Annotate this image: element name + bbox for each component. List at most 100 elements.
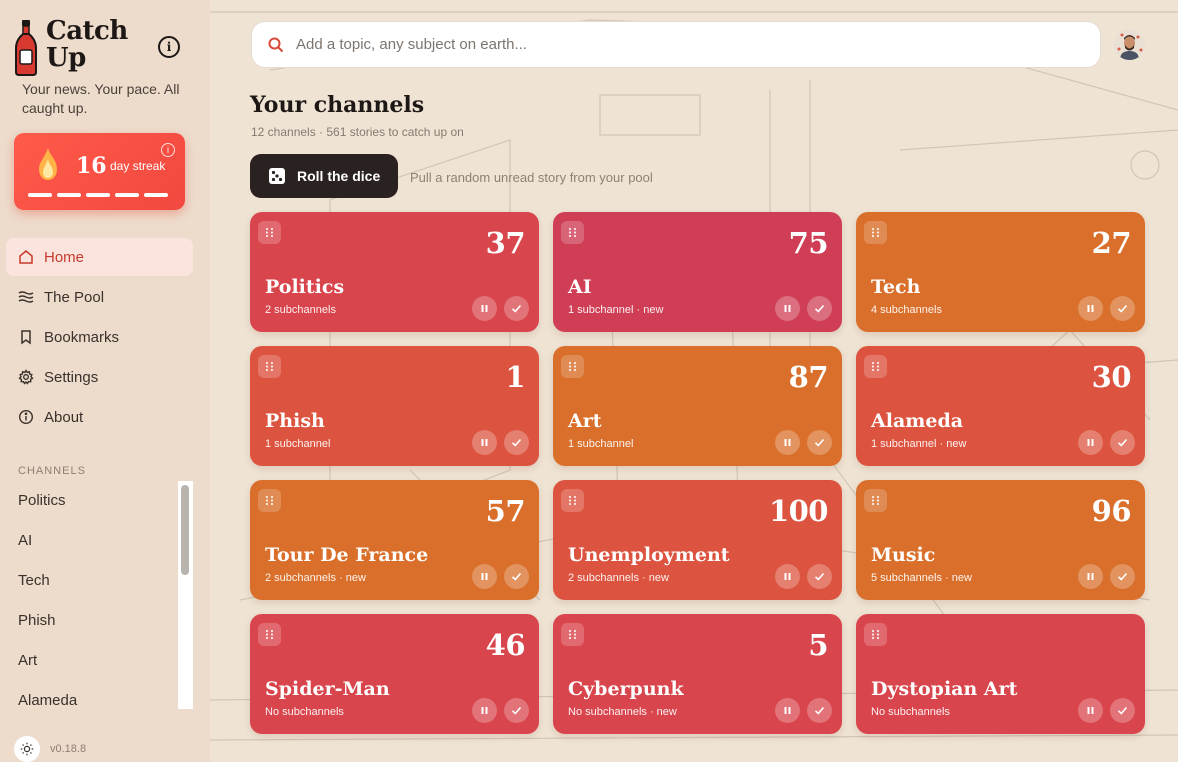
nav-home[interactable]: Home	[6, 238, 193, 276]
mark-read-button[interactable]	[1110, 698, 1135, 723]
unread-count: 100	[768, 494, 829, 528]
pause-button[interactable]	[775, 296, 800, 321]
search-input[interactable]	[296, 36, 1056, 53]
scrollbar-thumb[interactable]	[181, 485, 189, 575]
pause-button[interactable]	[1078, 564, 1103, 589]
pause-button[interactable]	[1078, 430, 1103, 455]
drag-handle-icon[interactable]	[561, 489, 584, 512]
pause-button[interactable]	[472, 698, 497, 723]
nav-label: Bookmarks	[44, 328, 120, 346]
channel-card[interactable]: 100 Unemployment 2 subchannels · new	[553, 480, 842, 600]
mark-read-button[interactable]	[1110, 296, 1135, 321]
pause-icon	[1087, 439, 1094, 446]
pause-button[interactable]	[472, 296, 497, 321]
channel-name: Tour De France	[265, 544, 429, 566]
channel-list-scrollbar[interactable]	[178, 481, 193, 709]
streak-count: 16	[76, 153, 107, 179]
mark-read-button[interactable]	[504, 430, 529, 455]
about-info-button[interactable]: i	[158, 36, 180, 58]
channel-card[interactable]: 46 Spider-Man No subchannels	[250, 614, 539, 734]
channel-card[interactable]: 96 Music 5 subchannels · new	[856, 480, 1145, 600]
nav-label: About	[44, 408, 84, 426]
check-icon	[511, 438, 522, 447]
check-icon	[1117, 572, 1128, 581]
pause-button[interactable]	[1078, 698, 1103, 723]
channel-name: Music	[871, 544, 936, 566]
channel-card[interactable]: 75 AI 1 subchannel · new	[553, 212, 842, 332]
app-title-line2: Up	[46, 43, 86, 73]
channel-meta: 1 subchannel · new	[568, 304, 664, 316]
streak-info-icon[interactable]: i	[161, 143, 175, 157]
sidebar: Catch Up i Your news. Your pace. All cau…	[0, 0, 210, 762]
channel-name: Phish	[265, 410, 325, 432]
nav-label: Settings	[44, 368, 99, 386]
streak-segment	[57, 193, 81, 197]
channel-card[interactable]: 5 Cyberpunk No subchannels · new	[553, 614, 842, 734]
drag-handle-icon[interactable]	[561, 623, 584, 646]
drag-handle-icon[interactable]	[864, 489, 887, 512]
nav-the-pool[interactable]: The Pool	[6, 278, 193, 316]
sidebar-channel-item[interactable]: Alameda	[0, 681, 178, 709]
roll-the-dice-button[interactable]: Roll the dice	[250, 154, 398, 198]
pause-button[interactable]	[472, 564, 497, 589]
nav-bookmarks[interactable]: Bookmarks	[6, 318, 193, 356]
channel-name: Art	[568, 410, 602, 432]
mark-read-button[interactable]	[504, 564, 529, 589]
pause-icon	[481, 573, 488, 580]
channel-card[interactable]: 27 Tech 4 subchannels	[856, 212, 1145, 332]
pause-button[interactable]	[775, 430, 800, 455]
unread-count: 30	[1091, 360, 1132, 394]
channel-card[interactable]: 87 Art 1 subchannel	[553, 346, 842, 466]
pause-button[interactable]	[775, 698, 800, 723]
sidebar-channel-item[interactable]: AI	[0, 521, 178, 561]
user-avatar[interactable]	[1114, 29, 1145, 60]
mark-read-button[interactable]	[1110, 564, 1135, 589]
channel-card[interactable]: Dystopian Art No subchannels	[856, 614, 1145, 734]
drag-handle-icon[interactable]	[864, 355, 887, 378]
sidebar-channel-item[interactable]: Art	[0, 641, 178, 681]
nav-label: Home	[44, 248, 85, 266]
drag-handle-icon[interactable]	[864, 221, 887, 244]
channel-card[interactable]: 57 Tour De France 2 subchannels · new	[250, 480, 539, 600]
pause-button[interactable]	[472, 430, 497, 455]
drag-handle-icon[interactable]	[864, 623, 887, 646]
sidebar-channel-list: Politics AI Tech Phish Art Alameda	[0, 481, 178, 709]
bookmark-icon	[21, 330, 31, 345]
home-icon	[19, 250, 33, 264]
sidebar-channel-item[interactable]: Politics	[0, 481, 178, 521]
channel-card[interactable]: 1 Phish 1 subchannel	[250, 346, 539, 466]
mark-read-button[interactable]	[807, 296, 832, 321]
streak-label: day streak	[110, 159, 166, 173]
search-bar[interactable]	[251, 21, 1101, 68]
page-subtitle: 12 channels · 561 stories to catch up on	[251, 125, 464, 139]
sidebar-channel-item[interactable]: Phish	[0, 601, 178, 641]
mark-read-button[interactable]	[807, 698, 832, 723]
drag-handle-icon[interactable]	[258, 355, 281, 378]
nav-about[interactable]: About	[6, 398, 193, 436]
nav-settings[interactable]: Settings	[6, 358, 193, 396]
channel-card[interactable]: 37 Politics 2 subchannels	[250, 212, 539, 332]
drag-handle-icon[interactable]	[258, 489, 281, 512]
drag-handle-icon[interactable]	[258, 221, 281, 244]
sidebar-channel-item[interactable]: Tech	[0, 561, 178, 601]
pause-button[interactable]	[1078, 296, 1103, 321]
channel-card[interactable]: 30 Alameda 1 subchannel · new	[856, 346, 1145, 466]
app-title-line1: Catch	[46, 16, 128, 46]
pause-icon	[784, 305, 791, 312]
mark-read-button[interactable]	[1110, 430, 1135, 455]
channel-meta: 1 subchannel	[568, 438, 634, 450]
mark-read-button[interactable]	[807, 430, 832, 455]
ketchup-bottle-logo	[15, 20, 37, 76]
drag-handle-icon[interactable]	[561, 221, 584, 244]
pause-button[interactable]	[775, 564, 800, 589]
mark-read-button[interactable]	[504, 698, 529, 723]
mark-read-button[interactable]	[504, 296, 529, 321]
theme-toggle-button[interactable]	[14, 736, 40, 762]
drag-handle-icon[interactable]	[258, 623, 281, 646]
flame-icon	[39, 148, 57, 180]
unread-count: 87	[788, 360, 829, 394]
channel-name: Tech	[871, 276, 921, 298]
mark-read-button[interactable]	[807, 564, 832, 589]
drag-handle-icon[interactable]	[561, 355, 584, 378]
tagline: Your news. Your pace. All caught up.	[22, 81, 180, 116]
